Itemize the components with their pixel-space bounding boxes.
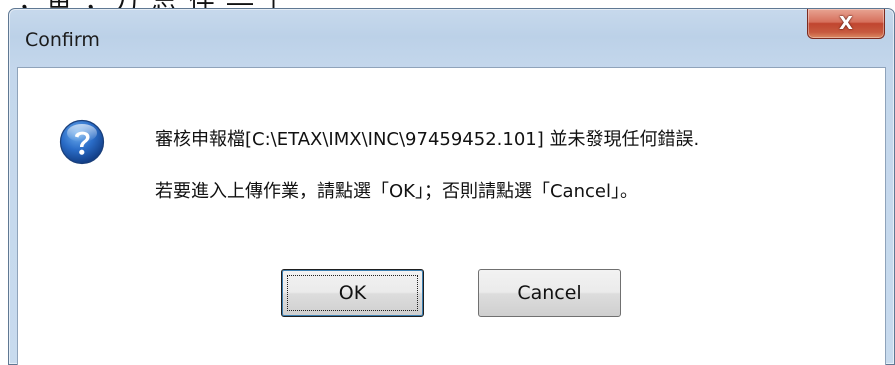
ok-button[interactable]: OK [281, 269, 424, 317]
dialog-title: Confirm [25, 29, 100, 51]
question-icon [59, 119, 105, 165]
cancel-button-label: Cancel [517, 282, 582, 304]
ok-button-label: OK [338, 282, 367, 304]
title-bar[interactable]: Confirm X [9, 9, 894, 67]
close-icon: X [839, 12, 853, 34]
dialog-content: 審核申報檔[C:\ETAX\IMX\INC\97459452.101] 並未發現… [17, 67, 886, 365]
screen: ，鱼 ，刀 忘 件 ― 」 Confirm X [0, 0, 895, 365]
message-line-2: 若要進入上傳作業，請點選「OK」；否則請點選「Cancel」。 [155, 181, 638, 202]
cancel-button[interactable]: Cancel [478, 269, 621, 317]
close-button[interactable]: X [807, 9, 885, 39]
message-line-1: 審核申報檔[C:\ETAX\IMX\INC\97459452.101] 並未發現… [155, 129, 700, 150]
confirm-dialog: Confirm X 審核申報檔[C:\ETAX\IMX\INC\97459452… [8, 8, 895, 365]
